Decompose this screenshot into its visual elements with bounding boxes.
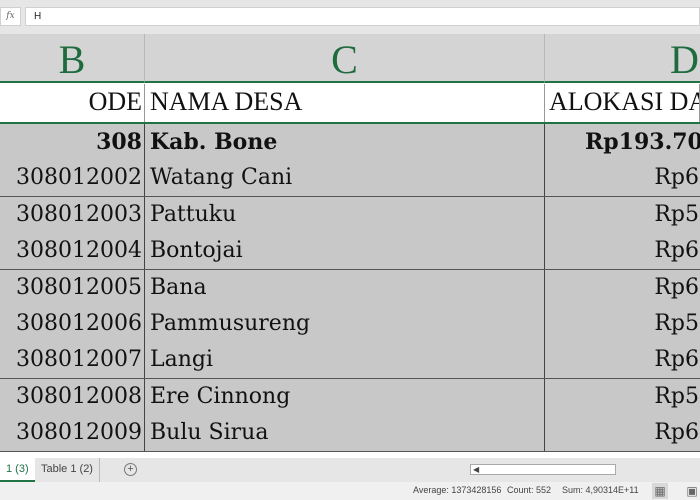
cell-alokasi[interactable]: Rp6 bbox=[545, 342, 700, 378]
status-average: Average: 1373428156 bbox=[413, 485, 502, 495]
table-row: 308012002 Watang Cani Rp6 bbox=[0, 160, 700, 198]
cell-text: ODE bbox=[88, 87, 142, 116]
page-layout-icon[interactable]: ▣ bbox=[684, 483, 700, 499]
cell-nama-desa[interactable]: Bontojai bbox=[145, 233, 545, 270]
cell-nama-desa[interactable]: Watang Cani bbox=[145, 160, 545, 197]
scroll-left-icon[interactable]: ◀ bbox=[473, 465, 479, 474]
formula-input[interactable]: H bbox=[25, 7, 700, 26]
column-header-b[interactable]: B bbox=[0, 34, 145, 83]
cell-kode[interactable]: 308012006 bbox=[0, 306, 145, 342]
cell-text: 308 bbox=[96, 129, 142, 155]
cell-nama-desa[interactable]: Pammusureng bbox=[145, 306, 545, 342]
cell-kode-header[interactable]: ODE bbox=[0, 84, 145, 122]
cell-alokasi[interactable]: Rp5 bbox=[545, 379, 700, 415]
cell-text: 308012009 bbox=[16, 420, 142, 446]
cell-alokasi[interactable]: Rp6 bbox=[545, 160, 700, 196]
sheet-tab-active[interactable]: 1 (3) bbox=[0, 458, 35, 482]
fx-icon[interactable]: fx bbox=[0, 7, 21, 26]
cell-text: 308012008 bbox=[16, 383, 142, 409]
cell-nama-desa[interactable]: Ere Cinnong bbox=[145, 378, 545, 415]
cell-alokasi-header[interactable]: ALOKASI DA bbox=[545, 84, 700, 122]
column-header-d[interactable]: D bbox=[545, 34, 700, 83]
header-row: ODE NAMA DESA ALOKASI DA bbox=[0, 84, 700, 124]
cell-nama-desa[interactable]: Pattuku bbox=[145, 196, 545, 233]
cell-kode[interactable]: 308012002 bbox=[0, 160, 145, 197]
status-bar: Average: 1373428156 Count: 552 Sum: 4,90… bbox=[0, 482, 700, 500]
normal-view-icon[interactable]: ▦ bbox=[652, 483, 668, 499]
table-row: 308012004 Bontojai Rp6 bbox=[0, 233, 700, 271]
cell-kode[interactable]: 308012005 bbox=[0, 269, 145, 306]
cell-alokasi[interactable]: Rp5 bbox=[545, 197, 700, 233]
cell-alokasi[interactable]: Rp6 bbox=[545, 270, 700, 306]
table-row: 308012003 Pattuku Rp5 bbox=[0, 196, 700, 234]
cell-text: 308012003 bbox=[16, 201, 142, 227]
cell-nama-desa[interactable]: Bulu Sirua bbox=[145, 415, 545, 452]
cell-nama-desa[interactable]: Langi bbox=[145, 342, 545, 379]
cell-kode[interactable]: 308012004 bbox=[0, 233, 145, 270]
cell-nama-desa[interactable]: Kab. Bone bbox=[145, 124, 545, 160]
cell-nama-desa[interactable]: Bana bbox=[145, 269, 545, 306]
cell-text: 308012002 bbox=[16, 165, 142, 191]
cell-text: 308012005 bbox=[16, 274, 142, 300]
table-row: 308012005 Bana Rp6 bbox=[0, 269, 700, 307]
cell-text: 308012004 bbox=[16, 238, 142, 264]
table-row: 308012008 Ere Cinnong Rp5 bbox=[0, 378, 700, 416]
table-row: 308012006 Pammusureng Rp5 bbox=[0, 306, 700, 343]
cell-kode[interactable]: 308 bbox=[0, 124, 145, 160]
formula-bar: fx H bbox=[0, 0, 700, 34]
table-row: 308012007 Langi Rp6 bbox=[0, 342, 700, 380]
sheet-tabs-bar: 1 (3) Table 1 (2) + ◀ bbox=[0, 458, 700, 482]
cell-nama-header[interactable]: NAMA DESA bbox=[145, 84, 545, 122]
cell-alokasi[interactable]: Rp193.70 bbox=[545, 124, 700, 160]
cell-kode[interactable]: 308012007 bbox=[0, 342, 145, 379]
cell-kode[interactable]: 308012009 bbox=[0, 415, 145, 452]
cell-text: 308012007 bbox=[16, 347, 142, 373]
status-sum: Sum: 4,90314E+11 bbox=[562, 485, 639, 495]
cell-text: 308012006 bbox=[16, 311, 142, 336]
horizontal-scrollbar[interactable]: ◀ bbox=[470, 464, 616, 475]
cell-alokasi[interactable]: Rp5 bbox=[545, 306, 700, 342]
table-row: 308 Kab. Bone Rp193.70 bbox=[0, 124, 700, 161]
cell-kode[interactable]: 308012003 bbox=[0, 196, 145, 233]
sheet-tab-table-1-2[interactable]: Table 1 (2) bbox=[35, 458, 100, 482]
status-count: Count: 552 bbox=[507, 485, 552, 495]
table-row: 308012009 Bulu Sirua Rp6 bbox=[0, 415, 700, 453]
add-sheet-icon[interactable]: + bbox=[124, 463, 137, 476]
column-header-c[interactable]: C bbox=[145, 34, 545, 83]
cell-alokasi[interactable]: Rp6 bbox=[545, 415, 700, 451]
cell-alokasi[interactable]: Rp6 bbox=[545, 233, 700, 269]
cell-kode[interactable]: 308012008 bbox=[0, 378, 145, 415]
